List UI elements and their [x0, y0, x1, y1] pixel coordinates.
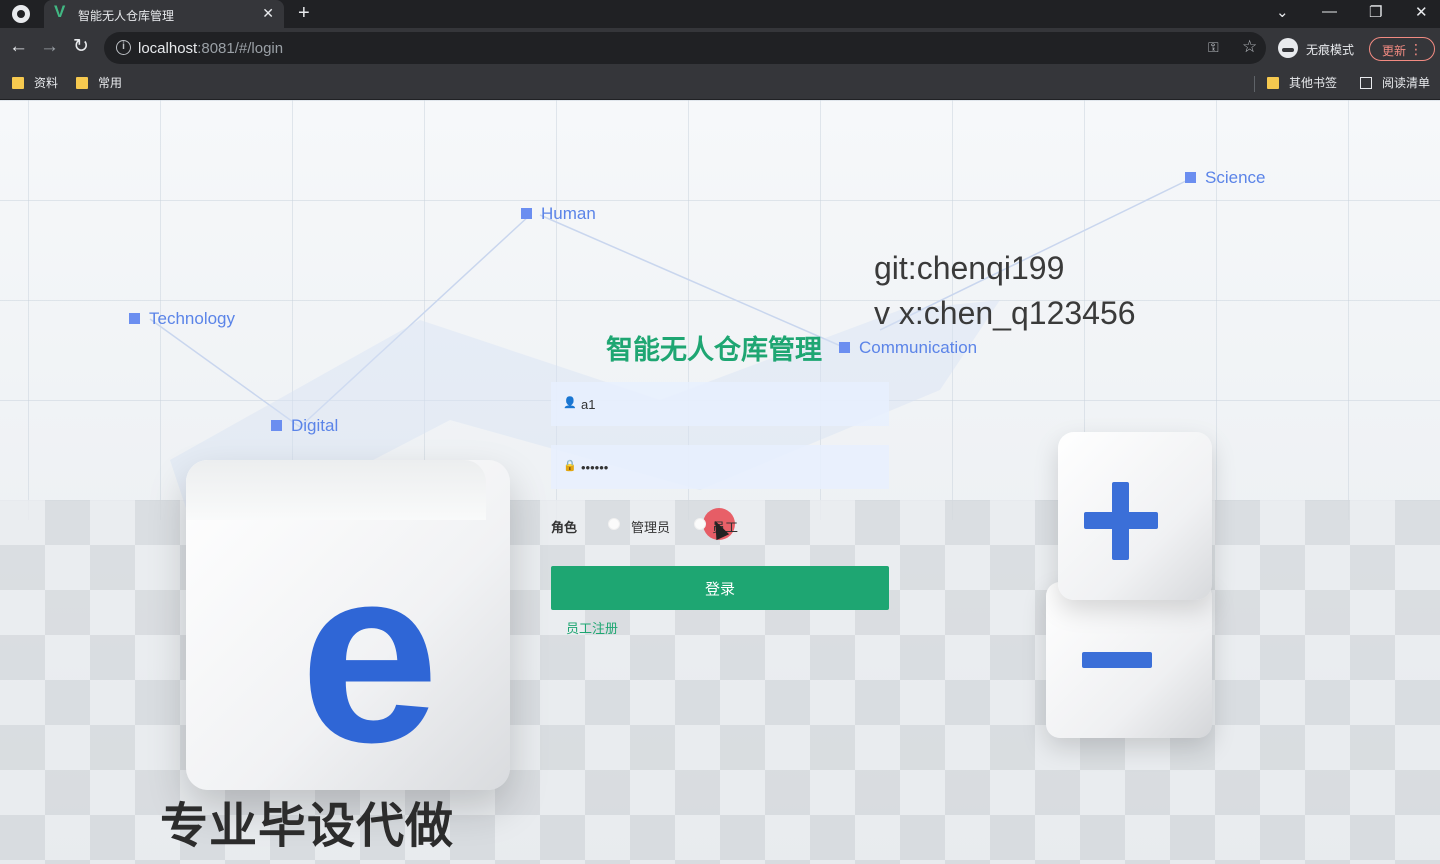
browser-tab[interactable]: V 智能无人仓库管理 ✕	[44, 0, 284, 28]
update-label: 更新	[1382, 44, 1407, 58]
page-title: 智能无人仓库管理	[606, 335, 822, 365]
password-key-icon[interactable]: ⚿	[1208, 39, 1219, 56]
tag-science: Science	[1185, 168, 1265, 188]
folder-icon	[1267, 77, 1279, 89]
close-window-icon[interactable]: ✕	[1415, 3, 1428, 21]
new-tab-icon[interactable]: +	[298, 2, 310, 25]
globe-icon[interactable]	[12, 5, 30, 23]
close-tab-icon[interactable]: ✕	[262, 5, 274, 22]
back-icon[interactable]: ←	[9, 36, 28, 58]
browser-toolbar: ← → ↻ i localhost:8081/#/login ⚿ ☆ 无痕模式 …	[0, 28, 1440, 68]
info-icon[interactable]: i	[116, 40, 131, 55]
radio-staff[interactable]	[694, 518, 706, 530]
update-button[interactable]: 更新 ⋮	[1369, 37, 1435, 61]
username-input[interactable]	[581, 392, 871, 416]
minus-icon	[1082, 652, 1152, 668]
bookmark-folder-changyong[interactable]: 常用	[76, 74, 122, 91]
password-field[interactable]: 🔒	[551, 445, 889, 489]
incognito-icon[interactable]	[1278, 38, 1298, 58]
lock-icon: 🔒	[563, 460, 577, 472]
tag-digital: Digital	[271, 416, 338, 436]
reading-list[interactable]: 阅读清单	[1360, 74, 1430, 91]
url-text[interactable]: localhost:8081/#/login	[138, 40, 283, 57]
role-label: 角色	[551, 520, 578, 535]
e-cube-top	[186, 460, 486, 520]
tab-title: 智能无人仓库管理	[78, 9, 175, 23]
role-option-admin[interactable]: 管理员	[631, 517, 670, 536]
username-field[interactable]: 👤	[551, 382, 889, 426]
minimize-icon[interactable]: —	[1322, 3, 1337, 20]
watermark-banner: 专业毕设代做	[160, 800, 455, 853]
bookmarks-bar: 资料 常用 其他书签 阅读清单	[0, 68, 1440, 100]
bookmark-folder-ziliao[interactable]: 资料	[12, 74, 58, 91]
tag-human: Human	[521, 204, 596, 224]
radio-admin[interactable]	[608, 518, 620, 530]
tag-communication: Communication	[839, 338, 977, 358]
incognito-label[interactable]: 无痕模式	[1306, 41, 1354, 58]
other-bookmarks[interactable]: 其他书签	[1267, 74, 1337, 91]
password-input[interactable]	[581, 455, 871, 479]
reading-list-icon	[1360, 77, 1372, 89]
bookmarks-divider	[1254, 76, 1255, 92]
login-page: Science Human Technology Communication D…	[0, 100, 1440, 864]
folder-icon	[76, 77, 88, 89]
forward-icon[interactable]: →	[40, 36, 59, 58]
watermark-wechat: v x:chen_q123456	[874, 295, 1136, 331]
folder-icon	[12, 77, 24, 89]
title-bar: V 智能无人仓库管理 ✕ + ⌄ — ❐ ✕	[0, 0, 1440, 28]
e-letter-icon: e	[300, 515, 440, 794]
register-link[interactable]: 员工注册	[566, 618, 618, 637]
reload-icon[interactable]: ↻	[73, 36, 89, 58]
user-icon: 👤	[563, 397, 577, 409]
watermark-git: git:chenqi199	[874, 250, 1065, 286]
vue-favicon-icon: V	[54, 2, 66, 21]
login-button[interactable]: 登录	[551, 566, 889, 610]
address-bar[interactable]: i localhost:8081/#/login ⚿ ☆	[104, 32, 1266, 64]
menu-dots-icon: ⋮	[1409, 41, 1423, 57]
tag-technology: Technology	[129, 309, 235, 329]
bookmark-star-icon[interactable]: ☆	[1242, 37, 1257, 57]
tab-search-icon[interactable]: ⌄	[1276, 3, 1289, 21]
plus-icon-bar	[1084, 512, 1158, 529]
restore-icon[interactable]: ❐	[1369, 3, 1382, 21]
